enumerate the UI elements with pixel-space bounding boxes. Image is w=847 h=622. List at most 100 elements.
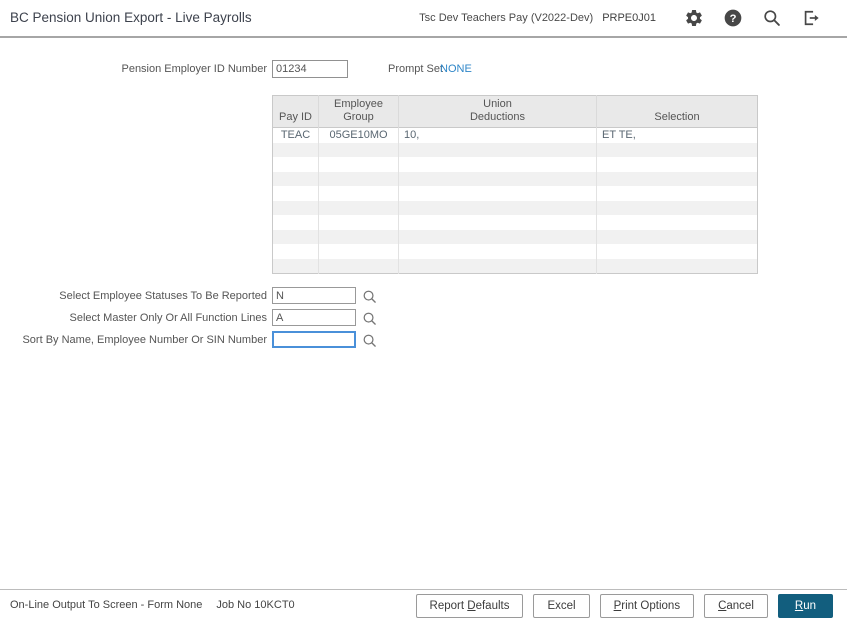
employer-id-label: Pension Employer ID Number <box>0 61 267 78</box>
table-row <box>273 259 758 274</box>
help-button[interactable]: ? <box>722 8 743 29</box>
column-header-union-deductions: Union Deductions <box>399 96 597 128</box>
master-function-lines-label: Select Master Only Or All Function Lines <box>0 309 267 327</box>
table-cell[interactable] <box>273 157 319 172</box>
table-row <box>273 186 758 201</box>
table-cell[interactable]: 05GE10MO <box>319 128 399 143</box>
table-cell[interactable]: 10, <box>399 128 597 143</box>
table-cell[interactable] <box>399 157 597 172</box>
field-master-function-lines: Select Master Only Or All Function Lines <box>0 309 847 327</box>
status-bar: On-Line Output To Screen - Form None Job… <box>0 589 847 620</box>
master-function-lines-input[interactable] <box>272 309 356 326</box>
report-defaults-button[interactable]: Report Defaults <box>416 594 524 618</box>
logout-icon <box>801 8 821 28</box>
prompt-set-label: Prompt Set <box>388 61 443 78</box>
sort-order-lookup-button[interactable] <box>362 332 378 348</box>
program-code: PRPE0J01 <box>602 12 656 24</box>
field-sort-order: Sort By Name, Employee Number Or SIN Num… <box>0 331 847 349</box>
table-cell[interactable] <box>319 172 399 187</box>
page-title: BC Pension Union Export - Live Payrolls <box>10 0 252 36</box>
table-row <box>273 230 758 245</box>
table-cell[interactable] <box>597 143 758 158</box>
gear-icon <box>684 8 704 28</box>
magnifier-icon <box>362 311 378 326</box>
cancel-button[interactable]: Cancel <box>704 594 768 618</box>
logout-button[interactable] <box>800 8 821 29</box>
table-cell[interactable] <box>273 143 319 158</box>
employee-statuses-lookup-button[interactable] <box>362 288 378 304</box>
application-window: BC Pension Union Export - Live Payrolls … <box>0 0 847 622</box>
settings-button[interactable] <box>683 8 704 29</box>
table-cell[interactable] <box>319 201 399 216</box>
table-cell[interactable] <box>273 215 319 230</box>
table-cell[interactable] <box>319 259 399 274</box>
table-row <box>273 143 758 158</box>
table-cell[interactable] <box>597 244 758 259</box>
sort-order-input[interactable] <box>272 331 356 348</box>
table-cell[interactable] <box>399 201 597 216</box>
magnifier-icon <box>362 289 378 304</box>
employee-statuses-input[interactable] <box>272 287 356 304</box>
app-header: BC Pension Union Export - Live Payrolls … <box>0 0 847 38</box>
table-cell[interactable] <box>597 157 758 172</box>
table-cell[interactable] <box>273 230 319 245</box>
excel-button[interactable]: Excel <box>533 594 589 618</box>
table-cell[interactable] <box>399 172 597 187</box>
table-row: TEAC05GE10MO10,ET TE, <box>273 128 758 143</box>
field-employee-statuses: Select Employee Statuses To Be Reported <box>0 287 847 305</box>
column-header-selection: Selection <box>597 96 758 128</box>
job-number-text: Job No 10KCT0 <box>216 599 294 611</box>
table-cell[interactable] <box>319 186 399 201</box>
master-function-lines-lookup-button[interactable] <box>362 310 378 326</box>
table-row <box>273 157 758 172</box>
table-cell[interactable] <box>399 215 597 230</box>
table-cell[interactable] <box>399 143 597 158</box>
search-button[interactable] <box>761 8 782 29</box>
table-cell[interactable] <box>273 201 319 216</box>
table-row <box>273 201 758 216</box>
prompt-set-value-link[interactable]: NONE <box>440 61 472 78</box>
search-icon <box>762 8 782 28</box>
table-cell[interactable] <box>319 143 399 158</box>
table-cell[interactable] <box>319 157 399 172</box>
column-header-employee-group: Employee Group <box>319 96 399 128</box>
table-row <box>273 172 758 187</box>
table-cell[interactable]: ET TE, <box>597 128 758 143</box>
table-cell[interactable] <box>399 230 597 245</box>
action-buttons: Report Defaults Excel Print Options Canc… <box>416 594 833 618</box>
table-cell[interactable] <box>273 259 319 274</box>
table-row <box>273 244 758 259</box>
run-button[interactable]: Run <box>778 594 833 618</box>
union-table-body: TEAC05GE10MO10,ET TE, <box>273 128 758 274</box>
employer-id-input[interactable] <box>272 60 348 78</box>
table-cell[interactable] <box>273 244 319 259</box>
svg-text:?: ? <box>729 13 736 25</box>
table-cell[interactable] <box>597 186 758 201</box>
table-cell[interactable] <box>399 244 597 259</box>
table-cell[interactable] <box>273 186 319 201</box>
table-row <box>273 215 758 230</box>
table-cell[interactable] <box>399 186 597 201</box>
table-cell[interactable] <box>597 172 758 187</box>
table-header: Pay ID Employee Group Union Deductions S… <box>273 96 758 128</box>
table-cell[interactable] <box>273 172 319 187</box>
magnifier-icon <box>362 333 378 348</box>
table-cell[interactable]: TEAC <box>273 128 319 143</box>
table-cell[interactable] <box>319 215 399 230</box>
table-cell[interactable] <box>319 244 399 259</box>
output-status-text: On-Line Output To Screen - Form None <box>10 599 202 611</box>
column-header-pay-id: Pay ID <box>273 96 319 128</box>
table-cell[interactable] <box>597 215 758 230</box>
table-cell[interactable] <box>597 201 758 216</box>
table-cell[interactable] <box>319 230 399 245</box>
sort-order-label: Sort By Name, Employee Number Or SIN Num… <box>0 331 267 349</box>
table-cell[interactable] <box>597 259 758 274</box>
employee-statuses-label: Select Employee Statuses To Be Reported <box>0 287 267 305</box>
environment-label: Tsc Dev Teachers Pay (V2022-Dev) <box>419 12 593 24</box>
table-cell[interactable] <box>597 230 758 245</box>
table-cell[interactable] <box>399 259 597 274</box>
union-deductions-table: Pay ID Employee Group Union Deductions S… <box>272 95 758 274</box>
header-right: Tsc Dev Teachers Pay (V2022-Dev) PRPE0J0… <box>419 0 821 36</box>
help-icon: ? <box>723 8 743 28</box>
print-options-button[interactable]: Print Options <box>600 594 694 618</box>
